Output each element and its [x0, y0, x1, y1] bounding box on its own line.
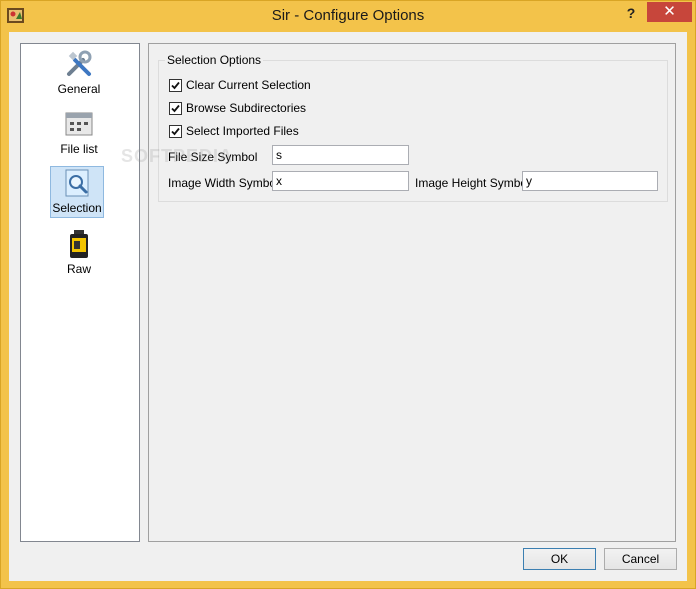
selection-options-group: Selection Options Clear Current Selectio… — [158, 53, 668, 202]
checkbox-box[interactable] — [169, 78, 182, 92]
checkbox-label: Select Imported Files — [186, 124, 299, 138]
options-nav-list: General File list Selection Raw — [20, 43, 140, 542]
nav-item-selection[interactable]: Selection — [50, 166, 104, 218]
file-size-symbol-input[interactable]: s — [272, 145, 409, 165]
options-panel: Selection Options Clear Current Selectio… — [148, 43, 676, 542]
checkmark-icon — [171, 81, 180, 89]
nav-item-label: General — [57, 82, 101, 96]
cancel-button[interactable]: Cancel — [604, 548, 677, 570]
group-title: Selection Options — [165, 53, 264, 67]
checkmark-icon — [171, 104, 180, 112]
image-height-symbol-label: Image Height Symbol — [415, 176, 530, 190]
nav-item-general[interactable]: General — [51, 48, 107, 100]
image-width-symbol-input[interactable]: x — [272, 171, 409, 191]
title-bar[interactable]: Sir - Configure Options ? ✕ — [1, 1, 695, 32]
checkmark-icon — [171, 127, 180, 135]
nav-item-file-list[interactable]: File list — [51, 108, 107, 160]
clear-current-selection-checkbox[interactable]: Clear Current Selection — [169, 77, 311, 93]
checkbox-box[interactable] — [169, 124, 182, 138]
checkbox-label: Browse Subdirectories — [186, 101, 307, 115]
film-canister-icon — [70, 230, 88, 258]
window-title: Sir - Configure Options — [271, 7, 425, 24]
nav-item-label: Raw — [66, 262, 91, 276]
tools-icon — [67, 50, 92, 76]
browse-subdirectories-checkbox[interactable]: Browse Subdirectories — [169, 100, 306, 116]
ok-button[interactable]: OK — [523, 548, 596, 570]
dialog-body: General File list Selection Raw Selectio… — [9, 32, 687, 581]
selection-icon — [65, 169, 89, 197]
nav-item-label: Selection — [52, 201, 102, 215]
help-button[interactable]: ? — [618, 3, 644, 24]
dialog-window: Sir - Configure Options ? ✕ General File… — [0, 0, 696, 589]
nav-item-raw[interactable]: Raw — [51, 228, 107, 280]
watermark: SOFTPEDIA — [121, 146, 234, 166]
nav-item-label: File list — [60, 142, 98, 156]
checkbox-label: Clear Current Selection — [186, 78, 311, 92]
image-width-symbol-label: Image Width Symbol — [168, 176, 279, 190]
checkbox-box[interactable] — [169, 101, 182, 115]
select-imported-files-checkbox[interactable]: Select Imported Files — [169, 123, 299, 139]
file-list-icon — [65, 112, 93, 136]
image-height-symbol-input[interactable]: y — [522, 171, 658, 191]
close-button[interactable]: ✕ — [647, 2, 692, 22]
